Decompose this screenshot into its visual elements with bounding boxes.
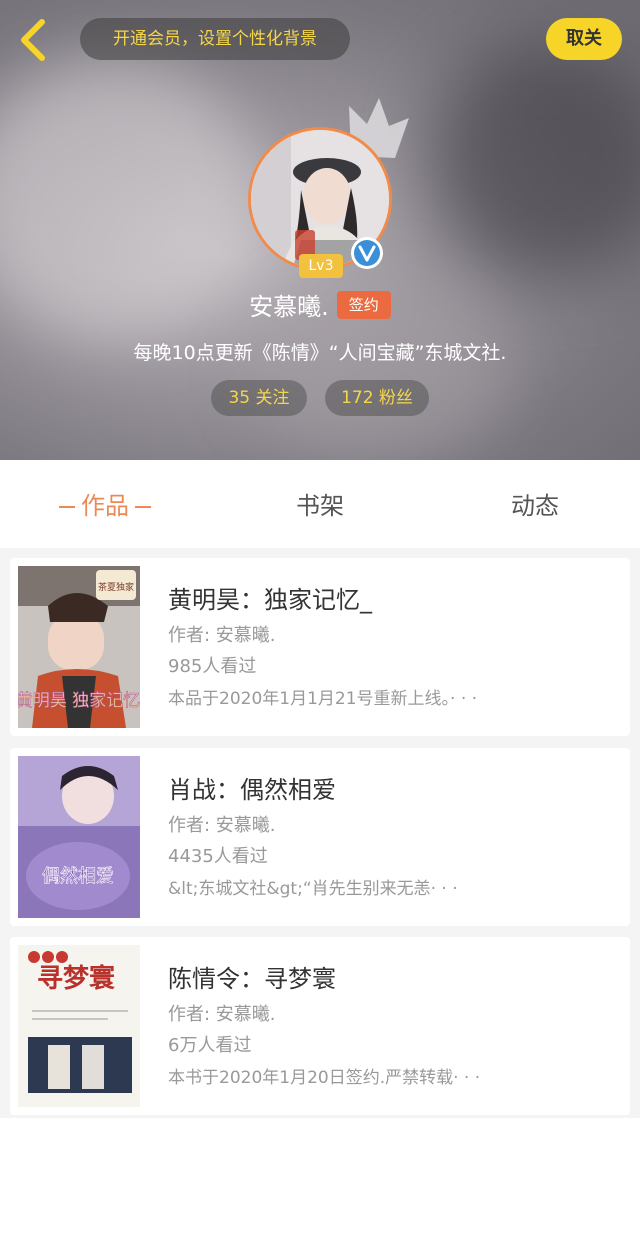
level-badge: Lv3 <box>299 254 343 278</box>
book-card[interactable]: 茶夏独家 黄明昊 独家记忆 黄明昊：独家记忆_ 作者: 安慕曦. 985人看过 … <box>10 558 630 736</box>
back-button[interactable] <box>14 16 54 64</box>
following-count-button[interactable]: 35 关注 <box>211 380 307 416</box>
username: 安慕曦. <box>249 293 329 321</box>
book-description: 本品于2020年1月1月21号重新上线。· · · <box>168 689 478 709</box>
tab-works-label: 作品 <box>81 492 129 520</box>
book-description: &lt;东城文社&gt;“肖先生别来无恙· · · <box>168 879 458 899</box>
book-author: 作者: 安慕曦. <box>168 815 276 836</box>
book-description: 本书于2020年1月20日签约.严禁转载· · · <box>168 1068 481 1088</box>
book-cover: 寻梦寰 <box>18 945 140 1107</box>
book-card[interactable]: 寻梦寰 陈情令：寻梦寰 作者: 安慕曦. 6万人看过 本书于2020年1月20日… <box>10 937 630 1115</box>
book-title: 肖战：偶然相爱 <box>168 776 336 804</box>
book-title: 陈情令：寻梦寰 <box>168 965 336 993</box>
svg-text:寻梦寰: 寻梦寰 <box>37 963 115 994</box>
book-author: 作者: 安慕曦. <box>168 1004 276 1025</box>
tab-works[interactable]: 作品 <box>40 460 170 548</box>
svg-text:黄明昊 独家记忆: 黄明昊 独家记忆 <box>18 691 140 711</box>
svg-text:偶然相爱: 偶然相爱 <box>42 866 114 887</box>
tab-activity[interactable]: 动态 <box>470 460 600 548</box>
tab-activity-label: 动态 <box>511 492 559 520</box>
signed-badge: 签约 <box>336 290 391 319</box>
vip-banner-button[interactable]: 开通会员，设置个性化背景 <box>80 18 350 60</box>
fans-count-button[interactable]: 172 粉丝 <box>325 380 429 416</box>
verified-icon <box>351 237 383 269</box>
username-row: 安慕曦. 签约 <box>0 287 640 323</box>
unfollow-button[interactable]: 取关 <box>546 18 622 60</box>
book-card[interactable]: 偶然相爱 肖战：偶然相爱 作者: 安慕曦. 4435人看过 &lt;东城文社&g… <box>10 748 630 926</box>
book-views: 6万人看过 <box>168 1035 252 1056</box>
bio-text: 每晚10点更新《陈情》“人间宝藏”东城文社. <box>133 342 507 364</box>
svg-text:茶夏独家: 茶夏独家 <box>98 581 134 593</box>
tab-bookshelf[interactable]: 书架 <box>255 460 385 548</box>
tab-bookshelf-label: 书架 <box>296 492 344 520</box>
tab-bar: 作品 书架 动态 <box>0 460 640 548</box>
book-views: 4435人看过 <box>168 846 268 867</box>
book-author: 作者: 安慕曦. <box>168 625 276 646</box>
book-cover: 茶夏独家 黄明昊 独家记忆 <box>18 566 140 728</box>
background-blur <box>430 40 640 280</box>
chevron-left-icon <box>21 19 45 61</box>
book-title: 黄明昊：独家记忆_ <box>168 586 372 614</box>
profile-header: 开通会员，设置个性化背景 取关 Lv3 安慕曦. 签约 每晚10点更新《陈情》“人… <box>0 0 640 460</box>
empty-area <box>0 1118 640 1245</box>
book-views: 985人看过 <box>168 656 257 677</box>
book-cover: 偶然相爱 <box>18 756 140 918</box>
